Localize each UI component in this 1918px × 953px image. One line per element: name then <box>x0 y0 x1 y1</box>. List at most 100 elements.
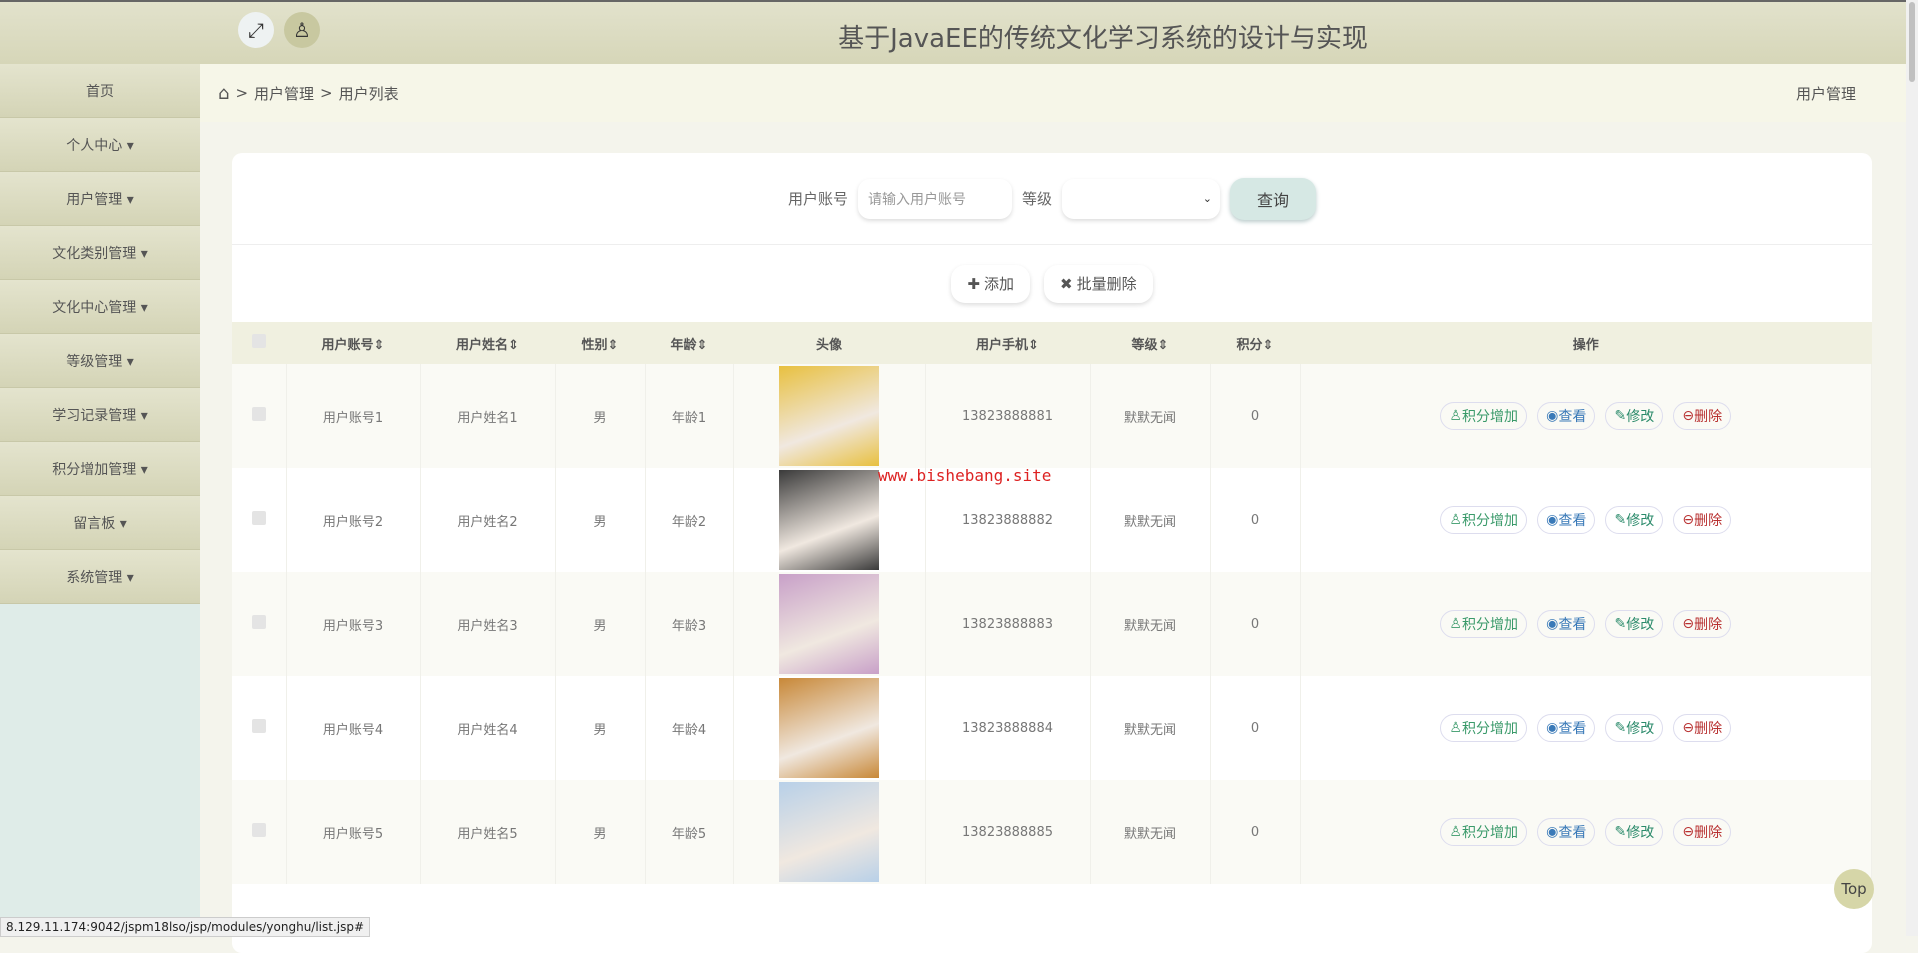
edit-button[interactable]: ✎ 修改 <box>1605 506 1664 534</box>
column-header[interactable]: 积分⇕ <box>1210 322 1300 364</box>
sidebar-item[interactable]: 首页 <box>0 64 200 118</box>
add-button[interactable]: ✚ 添加 <box>951 265 1030 303</box>
view-button[interactable]: ◉ 查看 <box>1537 610 1596 638</box>
row-checkbox[interactable] <box>232 572 287 676</box>
user-table: 用户账号⇕ 用户姓名⇕ 性别⇕ 年龄⇕ 头像 用户手机⇕ 等级⇕ 积分⇕ 操作 用户账号1 用户… <box>232 322 1872 884</box>
cell-gender: 男 <box>555 364 646 468</box>
sidebar-item[interactable]: 学习记录管理 ▾ <box>0 388 200 442</box>
user-icon: ♙ <box>1449 824 1462 840</box>
cell-gender: 男 <box>555 572 646 676</box>
sidebar-item[interactable]: 用户管理 ▾ <box>0 172 200 226</box>
delete-button[interactable]: ⊖ 删除 <box>1673 714 1732 742</box>
column-header[interactable]: 年龄⇕ <box>645 322 733 364</box>
cell-gender: 男 <box>555 676 646 780</box>
pencil-icon: ✎ <box>1614 616 1627 632</box>
add-points-button[interactable]: ♙ 积分增加 <box>1440 714 1527 742</box>
batch-delete-button[interactable]: ✖ 批量删除 <box>1044 265 1153 303</box>
avatar-image[interactable] <box>779 678 879 778</box>
row-checkbox[interactable] <box>232 780 287 884</box>
content-card: 用户账号 请输入用户账号 等级 ⌄ 查询 ✚ 添加 ✖ 批量删除 用户账号⇕ 用户姓名… <box>232 153 1872 953</box>
cell-points: 0 <box>1210 468 1301 572</box>
avatar-image[interactable] <box>779 366 879 466</box>
breadcrumb-item: 用户列表 <box>338 84 399 103</box>
cell-points: 0 <box>1210 364 1301 468</box>
breadcrumb-item[interactable]: 用户管理 <box>254 83 314 104</box>
user-icon: ♙ <box>1449 512 1462 528</box>
view-button[interactable]: ◉ 查看 <box>1537 506 1596 534</box>
op-label: 查看 <box>1558 617 1587 633</box>
avatar-image[interactable] <box>779 470 879 570</box>
scrollbar[interactable] <box>1906 0 1918 936</box>
view-button[interactable]: ◉ 查看 <box>1537 402 1596 430</box>
sidebar-item[interactable]: 等级管理 ▾ <box>0 334 200 388</box>
search-bar: 用户账号 请输入用户账号 等级 ⌄ 查询 <box>232 153 1872 245</box>
op-label: 查看 <box>1558 721 1587 737</box>
edit-button[interactable]: ✎ 修改 <box>1605 818 1664 846</box>
sidebar-item[interactable]: 个人中心 ▾ <box>0 118 200 172</box>
delete-button[interactable]: ⊖ 删除 <box>1673 610 1732 638</box>
op-label: 修改 <box>1626 617 1655 633</box>
cell-points: 0 <box>1210 572 1301 676</box>
edit-button[interactable]: ✎ 修改 <box>1605 402 1664 430</box>
cell-phone: 13823888883 <box>925 572 1091 676</box>
edit-button[interactable]: ✎ 修改 <box>1605 714 1664 742</box>
op-label: 删除 <box>1694 617 1723 633</box>
avatar-image[interactable] <box>779 782 879 882</box>
view-button[interactable]: ◉ 查看 <box>1537 714 1596 742</box>
sidebar-item[interactable]: 文化中心管理 ▾ <box>0 280 200 334</box>
column-header[interactable]: 用户手机⇕ <box>925 322 1090 364</box>
cell-account: 用户账号4 <box>286 676 421 780</box>
table-row: 用户账号3 用户姓名3 男 年龄3 13823888883 默默无闻 0 ♙ 积分… <box>232 572 1872 676</box>
op-label: 删除 <box>1694 721 1723 737</box>
account-input[interactable]: 请输入用户账号 <box>858 179 1012 219</box>
add-points-button[interactable]: ♙ 积分增加 <box>1440 506 1527 534</box>
action-bar: ✚ 添加 ✖ 批量删除 <box>232 245 1872 322</box>
view-button[interactable]: ◉ 查看 <box>1537 818 1596 846</box>
cell-name: 用户姓名5 <box>420 780 556 884</box>
op-label: 删除 <box>1694 409 1723 425</box>
column-header[interactable]: 等级⇕ <box>1090 322 1210 364</box>
cell-avatar <box>733 364 926 468</box>
cell-operations: ♙ 积分增加 ◉ 查看 ✎ 修改 ⊖ 删除 <box>1300 364 1872 468</box>
cell-level: 默默无闻 <box>1090 676 1211 780</box>
add-points-button[interactable]: ♙ 积分增加 <box>1440 610 1527 638</box>
column-header: 操作 <box>1300 322 1872 364</box>
table-row: 用户账号5 用户姓名5 男 年龄5 13823888885 默默无闻 0 ♙ 积分… <box>232 780 1872 884</box>
level-select[interactable]: ⌄ <box>1062 179 1220 219</box>
op-label: 查看 <box>1558 513 1587 529</box>
cell-name: 用户姓名4 <box>420 676 556 780</box>
sidebar-item[interactable]: 留言板 ▾ <box>0 496 200 550</box>
cell-account: 用户账号5 <box>286 780 421 884</box>
query-button[interactable]: 查询 <box>1230 177 1317 220</box>
user-icon: ♙ <box>1449 720 1462 736</box>
add-points-button[interactable]: ♙ 积分增加 <box>1440 402 1527 430</box>
delete-button[interactable]: ⊖ 删除 <box>1673 402 1732 430</box>
select-all-checkbox[interactable] <box>232 322 286 364</box>
plus-icon: ✚ <box>967 274 980 293</box>
row-checkbox[interactable] <box>232 468 287 572</box>
column-header: 头像 <box>733 322 925 364</box>
column-header[interactable]: 性别⇕ <box>555 322 645 364</box>
delete-button[interactable]: ⊖ 删除 <box>1673 818 1732 846</box>
sidebar-item[interactable]: 文化类别管理 ▾ <box>0 226 200 280</box>
column-header[interactable]: 用户账号⇕ <box>286 322 420 364</box>
cell-phone: 13823888881 <box>925 364 1091 468</box>
op-label: 修改 <box>1626 409 1655 425</box>
home-icon[interactable]: ⌂ <box>218 83 229 104</box>
cell-operations: ♙ 积分增加 ◉ 查看 ✎ 修改 ⊖ 删除 <box>1300 780 1872 884</box>
add-points-button[interactable]: ♙ 积分增加 <box>1440 818 1527 846</box>
delete-button[interactable]: ⊖ 删除 <box>1673 506 1732 534</box>
minus-circle-icon: ⊖ <box>1682 824 1695 840</box>
edit-button[interactable]: ✎ 修改 <box>1605 610 1664 638</box>
sidebar-item[interactable]: 积分增加管理 ▾ <box>0 442 200 496</box>
column-header[interactable]: 用户姓名⇕ <box>420 322 555 364</box>
row-checkbox[interactable] <box>232 676 287 780</box>
cell-avatar <box>733 780 926 884</box>
row-checkbox[interactable] <box>232 364 287 468</box>
cell-avatar <box>733 572 926 676</box>
header: ⤢ ♙ 基于JavaEE的传统文化学习系统的设计与实现 <box>0 0 1906 64</box>
avatar-image[interactable] <box>779 574 879 674</box>
sidebar-item[interactable]: 系统管理 ▾ <box>0 550 200 604</box>
top-button[interactable]: Top <box>1834 869 1874 909</box>
cell-account: 用户账号3 <box>286 572 421 676</box>
